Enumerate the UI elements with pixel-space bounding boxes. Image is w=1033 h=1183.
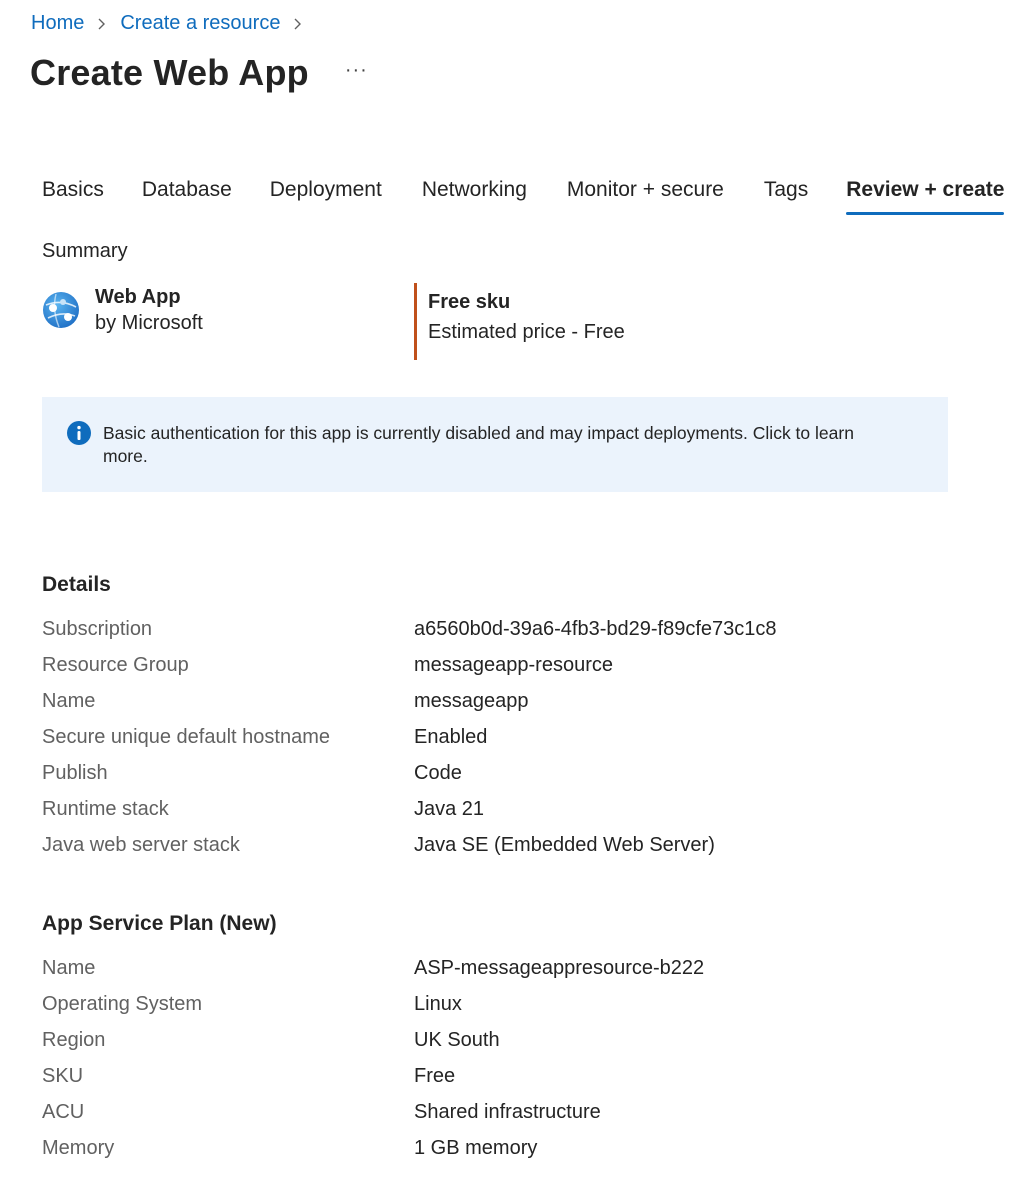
- plan-row-region: Region UK South: [42, 1029, 942, 1065]
- details-row-web-server-stack: Java web server stack Java SE (Embedded …: [42, 834, 942, 870]
- info-message-text[interactable]: Basic authentication for this app is cur…: [103, 422, 888, 468]
- tab-networking[interactable]: Networking: [422, 178, 527, 215]
- app-service-plan-heading: App Service Plan (New): [42, 912, 277, 935]
- row-label: SKU: [42, 1065, 84, 1087]
- row-value: UK South: [414, 1029, 500, 1051]
- chevron-right-icon: [98, 18, 106, 29]
- product-summary: Web App by Microsoft: [42, 285, 203, 337]
- tab-review-create[interactable]: Review + create: [846, 178, 1005, 215]
- row-label: Region: [42, 1029, 106, 1051]
- row-label: Name: [42, 690, 96, 712]
- tab-database[interactable]: Database: [142, 178, 232, 215]
- info-message-bar: Basic authentication for this app is cur…: [42, 397, 948, 492]
- row-value: Java 21: [414, 798, 485, 820]
- tab-basics[interactable]: Basics: [42, 178, 104, 215]
- plan-row-sku: SKU Free: [42, 1065, 942, 1101]
- chevron-right-icon: [294, 18, 302, 29]
- summary-heading: Summary: [42, 240, 128, 262]
- row-label: Runtime stack: [42, 798, 169, 820]
- row-label: Java web server stack: [42, 834, 240, 856]
- details-row-resource-group: Resource Group messageapp-resource: [42, 654, 942, 690]
- details-row-publish: Publish Code: [42, 762, 942, 798]
- more-options-button[interactable]: ···: [345, 59, 368, 82]
- details-row-hostname: Secure unique default hostname Enabled: [42, 726, 942, 762]
- details-row-name: Name messageapp: [42, 690, 942, 726]
- row-value: Free: [414, 1065, 456, 1087]
- row-value: Linux: [414, 993, 462, 1015]
- info-icon: [67, 421, 91, 445]
- row-value: Enabled: [414, 726, 488, 748]
- row-value: messageapp: [414, 690, 529, 712]
- pricing-estimate: Estimated price - Free: [428, 321, 625, 343]
- row-label: Secure unique default hostname: [42, 726, 330, 748]
- row-value: 1 GB memory: [414, 1137, 538, 1159]
- details-row-subscription: Subscription a6560b0d-39a6-4fb3-bd29-f89…: [42, 618, 942, 654]
- pricing-summary: Free sku Estimated price - Free: [414, 283, 625, 360]
- product-name: Web App: [95, 286, 181, 308]
- row-label: ACU: [42, 1101, 85, 1123]
- wizard-tabs: Basics Database Deployment Networking Mo…: [42, 178, 1005, 215]
- row-label: Name: [42, 957, 96, 979]
- breadcrumb: Home Create a resource: [31, 12, 316, 35]
- product-vendor: by Microsoft: [95, 312, 203, 334]
- row-value: a6560b0d-39a6-4fb3-bd29-f89cfe73c1c8: [414, 618, 777, 640]
- row-label: Subscription: [42, 618, 153, 640]
- page-title: Create Web App: [30, 52, 309, 93]
- tab-monitor-secure[interactable]: Monitor + secure: [567, 178, 724, 215]
- plan-row-name: Name ASP-messageappresource-b222: [42, 957, 942, 993]
- pricing-title: Free sku: [428, 291, 511, 313]
- row-value: Java SE (Embedded Web Server): [414, 834, 715, 856]
- row-value: Shared infrastructure: [414, 1101, 601, 1123]
- details-heading: Details: [42, 573, 111, 596]
- breadcrumb-home-link[interactable]: Home: [31, 12, 84, 35]
- tab-tags[interactable]: Tags: [764, 178, 808, 215]
- row-label: Operating System: [42, 993, 203, 1015]
- breadcrumb-create-resource-link[interactable]: Create a resource: [120, 12, 280, 35]
- row-value: Code: [414, 762, 462, 784]
- row-value: ASP-messageappresource-b222: [414, 957, 705, 979]
- row-label: Memory: [42, 1137, 115, 1159]
- page-header: Create Web App ···: [30, 52, 368, 94]
- row-value: messageapp-resource: [414, 654, 613, 676]
- details-row-runtime-stack: Runtime stack Java 21: [42, 798, 942, 834]
- plan-row-operating-system: Operating System Linux: [42, 993, 942, 1029]
- tab-deployment[interactable]: Deployment: [270, 178, 382, 215]
- row-label: Publish: [42, 762, 108, 784]
- row-label: Resource Group: [42, 654, 189, 676]
- plan-row-acu: ACU Shared infrastructure: [42, 1101, 942, 1137]
- plan-row-memory: Memory 1 GB memory: [42, 1137, 942, 1173]
- web-app-icon: [43, 292, 79, 328]
